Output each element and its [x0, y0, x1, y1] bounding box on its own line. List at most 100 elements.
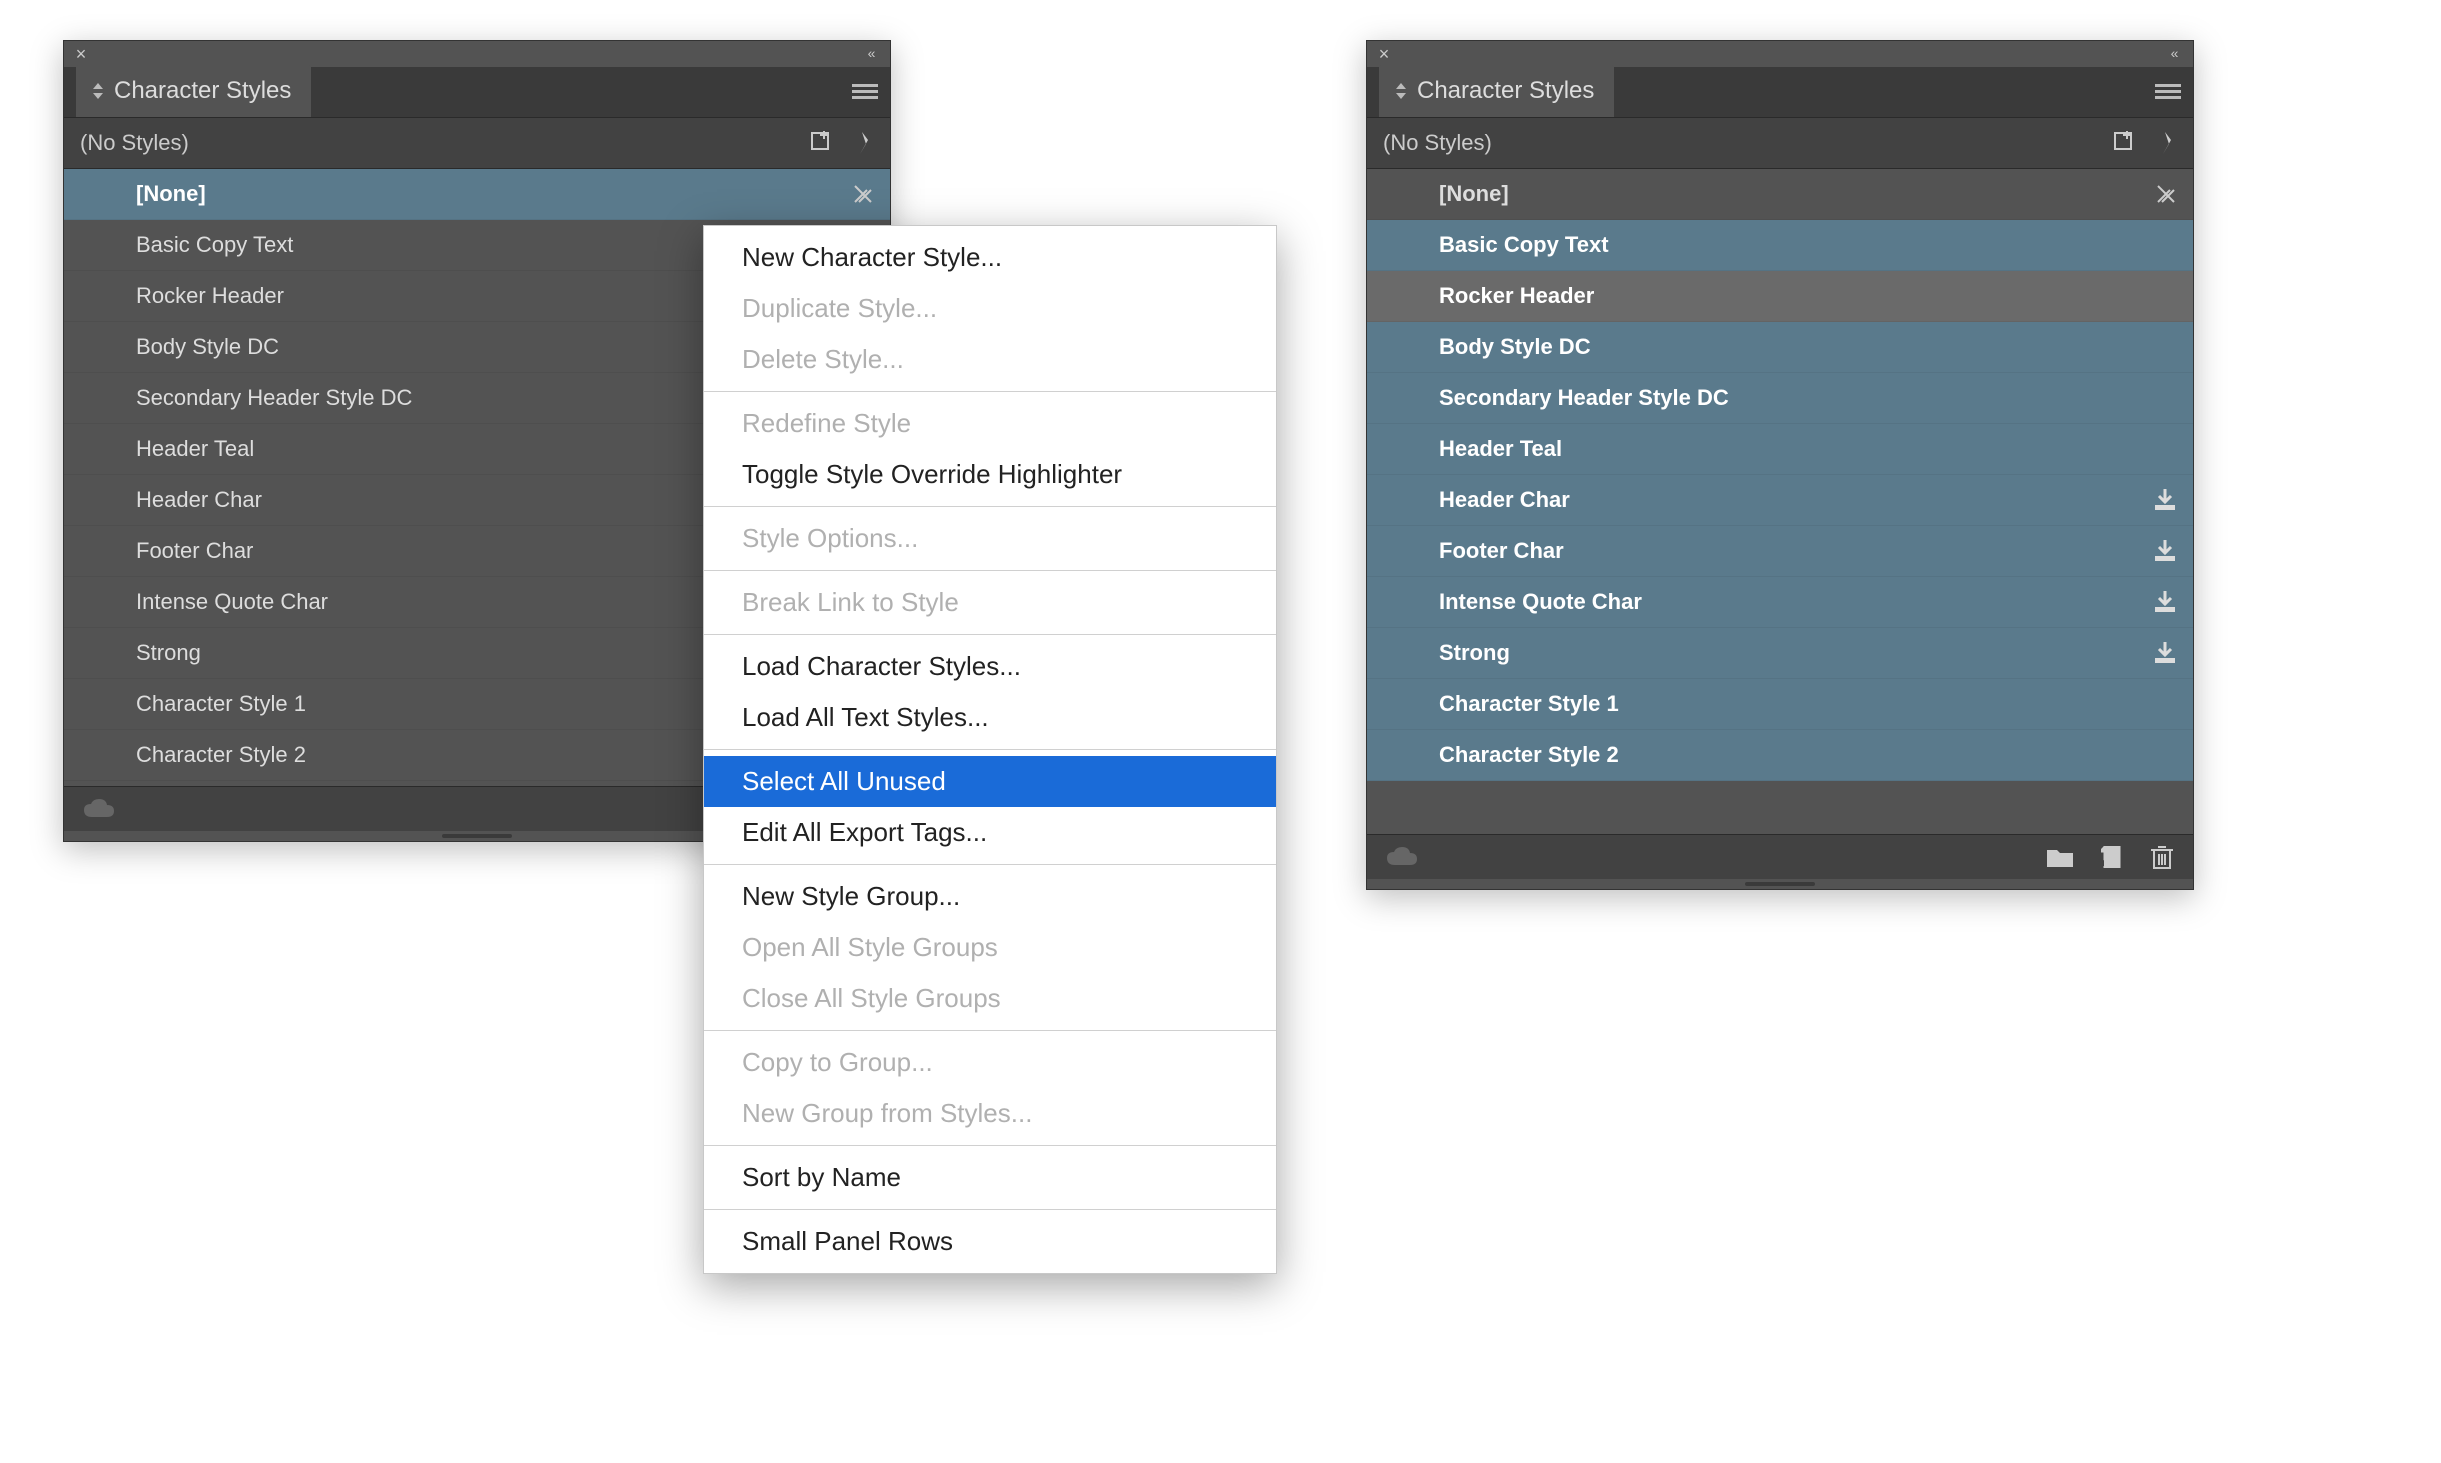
trash-icon[interactable] [2151, 845, 2173, 869]
sort-icon [90, 81, 106, 101]
style-label: Body Style DC [136, 334, 279, 360]
style-label: Secondary Header Style DC [136, 385, 412, 411]
menu-separator [704, 506, 1276, 507]
menu-item[interactable]: Select All Unused [704, 756, 1276, 807]
menu-item: Break Link to Style [704, 577, 1276, 628]
panel-footer [1367, 834, 2193, 879]
subheader-actions [2113, 130, 2177, 156]
style-list: [None] Basic Copy Text Rocker Header Body S… [1367, 169, 2193, 834]
style-row[interactable]: [None] [1367, 169, 2193, 220]
style-label: Header Teal [136, 436, 254, 462]
style-row[interactable]: Secondary Header Style DC [1367, 373, 2193, 424]
menu-separator [704, 1209, 1276, 1210]
menu-item[interactable]: Load All Text Styles... [704, 692, 1276, 743]
style-label: Footer Char [1439, 538, 1564, 564]
menu-item: Open All Style Groups [704, 922, 1276, 973]
menu-item: New Group from Styles... [704, 1088, 1276, 1139]
style-row[interactable]: Footer Char [1367, 526, 2193, 577]
menu-separator [704, 864, 1276, 865]
imported-style-icon [2153, 489, 2177, 511]
style-row[interactable]: Header Teal [1367, 424, 2193, 475]
style-row[interactable]: Rocker Header [1367, 271, 2193, 322]
style-label: Secondary Header Style DC [1439, 385, 1729, 411]
style-row[interactable]: Character Style 1 [1367, 679, 2193, 730]
style-label: Rocker Header [136, 283, 284, 309]
tab-label: Character Styles [114, 77, 291, 105]
style-row[interactable]: Character Style 2 [1367, 730, 2193, 781]
menu-item: Redefine Style [704, 398, 1276, 449]
menu-separator [704, 1145, 1276, 1146]
new-page-icon[interactable] [2101, 846, 2123, 868]
panel-subheader: (No Styles) [64, 117, 890, 169]
style-row[interactable]: [None] [64, 169, 890, 220]
menu-item[interactable]: Small Panel Rows [704, 1216, 1276, 1267]
close-icon[interactable]: × [1375, 45, 1393, 63]
style-label: Basic Copy Text [136, 232, 293, 258]
menu-item[interactable]: Edit All Export Tags... [704, 807, 1276, 858]
resize-grip[interactable] [1367, 879, 2193, 889]
panel-menu-icon[interactable] [852, 81, 878, 101]
style-label: Character Style 1 [136, 691, 306, 717]
imported-style-icon [2153, 591, 2177, 613]
clear-override-icon[interactable] [854, 130, 874, 156]
style-row[interactable]: Header Char [1367, 475, 2193, 526]
style-row[interactable]: Intense Quote Char [1367, 577, 2193, 628]
menu-item[interactable]: Load Character Styles... [704, 641, 1276, 692]
style-label: Header Char [1439, 487, 1570, 513]
style-label: Strong [136, 640, 201, 666]
style-label: Header Char [136, 487, 262, 513]
new-style-icon[interactable] [2113, 131, 2137, 155]
menu-item[interactable]: Sort by Name [704, 1152, 1276, 1203]
style-label: Basic Copy Text [1439, 232, 1609, 258]
style-label: Footer Char [136, 538, 253, 564]
style-label: Rocker Header [1439, 283, 1594, 309]
style-label: Body Style DC [1439, 334, 1591, 360]
panel-context-menu: New Character Style...Duplicate Style...… [703, 225, 1277, 1274]
style-label: Intense Quote Char [136, 589, 328, 615]
menu-item: Close All Style Groups [704, 973, 1276, 1024]
imported-style-icon [2153, 540, 2177, 562]
menu-item: Delete Style... [704, 334, 1276, 385]
menu-item[interactable]: New Character Style... [704, 232, 1276, 283]
style-label: Intense Quote Char [1439, 589, 1642, 615]
style-row[interactable]: Basic Copy Text [1367, 220, 2193, 271]
close-icon[interactable]: × [72, 45, 90, 63]
menu-item: Copy to Group... [704, 1037, 1276, 1088]
menu-item: Duplicate Style... [704, 283, 1276, 334]
panel-header: × « [64, 41, 890, 67]
menu-separator [704, 570, 1276, 571]
clear-override-icon[interactable] [2157, 130, 2177, 156]
tab-character-styles[interactable]: Character Styles [1379, 65, 1614, 117]
style-label: Character Style 2 [1439, 742, 1619, 768]
menu-separator [704, 1030, 1276, 1031]
edit-style-icon[interactable] [852, 183, 874, 205]
collapse-icon[interactable]: « [2161, 45, 2185, 63]
style-label: Character Style 1 [1439, 691, 1619, 717]
tab-row: Character Styles [1367, 67, 2193, 117]
style-label: Character Style 2 [136, 742, 306, 768]
tab-character-styles[interactable]: Character Styles [76, 65, 311, 117]
style-label: Header Teal [1439, 436, 1562, 462]
panel-header: × « [1367, 41, 2193, 67]
cloud-icon[interactable] [84, 799, 114, 819]
edit-style-icon[interactable] [2155, 183, 2177, 205]
sort-icon [1393, 81, 1409, 101]
folder-icon[interactable] [2047, 847, 2073, 867]
style-row[interactable]: Strong [1367, 628, 2193, 679]
cloud-icon[interactable] [1387, 847, 1417, 867]
menu-item[interactable]: New Style Group... [704, 871, 1276, 922]
menu-separator [704, 634, 1276, 635]
panel-menu-icon[interactable] [2155, 81, 2181, 101]
menu-separator [704, 391, 1276, 392]
collapse-icon[interactable]: « [858, 45, 882, 63]
imported-style-icon [2153, 642, 2177, 664]
style-row[interactable]: Body Style DC [1367, 322, 2193, 373]
current-style-label: (No Styles) [80, 130, 189, 156]
panel-subheader: (No Styles) [1367, 117, 2193, 169]
menu-item[interactable]: Toggle Style Override Highlighter [704, 449, 1276, 500]
subheader-actions [810, 130, 874, 156]
tab-label: Character Styles [1417, 77, 1594, 105]
menu-separator [704, 749, 1276, 750]
new-style-icon[interactable] [810, 131, 834, 155]
style-label: Strong [1439, 640, 1510, 666]
